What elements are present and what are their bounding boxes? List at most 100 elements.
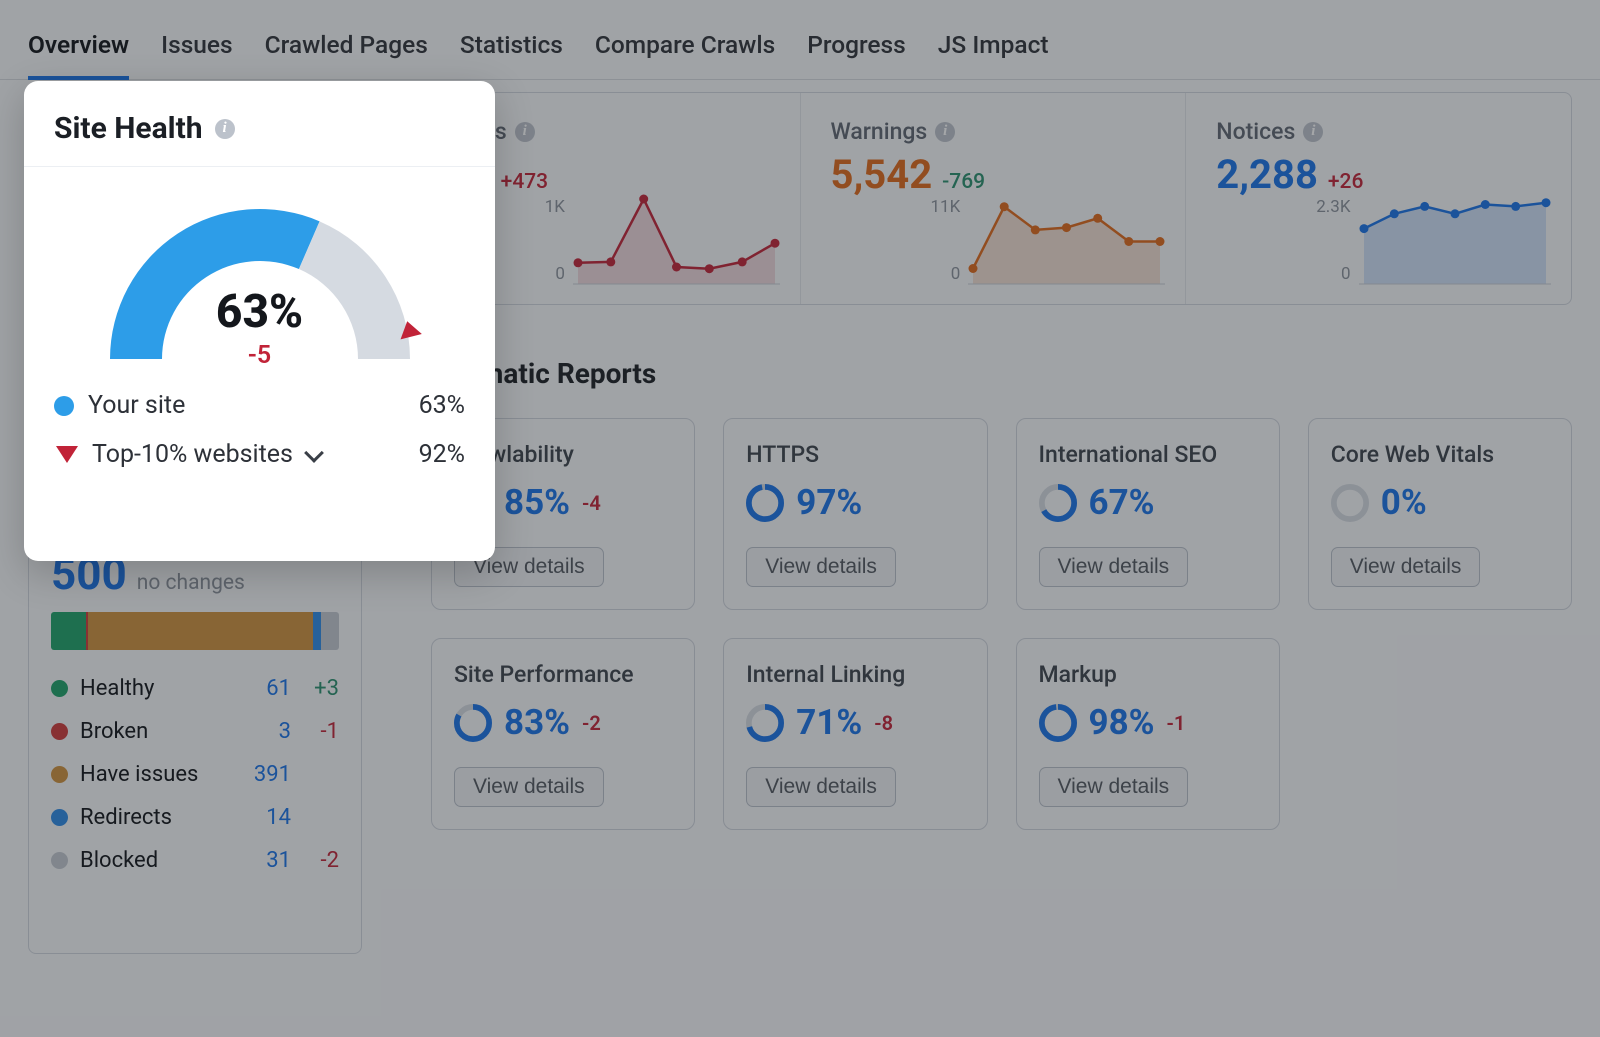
legend-your-site-pct: 63% bbox=[419, 391, 465, 420]
legend-row[interactable]: Redirects 14 bbox=[51, 805, 339, 830]
notices-spark bbox=[1359, 193, 1551, 288]
dot-icon bbox=[51, 766, 68, 783]
warnings-delta: -769 bbox=[942, 170, 985, 194]
view-details-button[interactable]: View details bbox=[746, 547, 896, 587]
report-card[interactable]: HTTPS 97% View details bbox=[723, 418, 987, 610]
view-details-button[interactable]: View details bbox=[1039, 547, 1189, 587]
report-pct: 67% bbox=[1089, 482, 1155, 523]
legend-label: Healthy bbox=[80, 676, 154, 701]
crawled-sub: no changes bbox=[137, 571, 245, 595]
report-name: HTTPS bbox=[746, 441, 964, 468]
legend-label: Blocked bbox=[80, 848, 158, 873]
legend-value: 31 bbox=[247, 848, 291, 873]
progress-ring-icon bbox=[1331, 484, 1369, 522]
legend-delta: +3 bbox=[299, 676, 339, 701]
report-delta: -4 bbox=[582, 491, 601, 515]
crawled-legend: Healthy 61 +3 Broken 3 -1 Have issues 39… bbox=[51, 676, 339, 873]
notices-title: Notices bbox=[1216, 118, 1295, 145]
report-delta: -2 bbox=[582, 711, 601, 735]
tab-overview[interactable]: Overview bbox=[28, 30, 129, 79]
report-name: Site Performance bbox=[454, 661, 672, 688]
dot-icon bbox=[51, 680, 68, 697]
errors-ytick-max: 1K bbox=[545, 197, 565, 217]
warnings-title: Warnings bbox=[831, 118, 928, 145]
thematic-section: Thematic Reports Crawlability 85% -4 Vie… bbox=[391, 327, 1572, 830]
tab-js-impact[interactable]: JS Impact bbox=[938, 30, 1049, 79]
report-name: Markup bbox=[1039, 661, 1257, 688]
legend-row[interactable]: Have issues 391 bbox=[51, 762, 339, 787]
legend-delta: -1 bbox=[299, 719, 339, 744]
view-details-button[interactable]: View details bbox=[1039, 767, 1189, 807]
view-details-button[interactable]: View details bbox=[454, 767, 604, 807]
segment[interactable] bbox=[321, 612, 339, 650]
warnings-ytick-min: 0 bbox=[951, 264, 961, 284]
report-card[interactable]: Site Performance 83% -2 View details bbox=[431, 638, 695, 830]
thematic-title: Thematic Reports bbox=[431, 357, 1572, 390]
legend-top10[interactable]: Top-10% websites 92% bbox=[54, 440, 465, 469]
dot-icon bbox=[54, 396, 74, 416]
view-details-button[interactable]: View details bbox=[746, 767, 896, 807]
legend-row[interactable]: Broken 3 -1 bbox=[51, 719, 339, 744]
notices-ytick-min: 0 bbox=[1341, 264, 1351, 284]
popup-site-health: Site Health i 63% -5 Your site 63% Top-1… bbox=[24, 81, 495, 561]
progress-ring-icon bbox=[1039, 704, 1077, 742]
report-pct: 97% bbox=[796, 482, 862, 523]
legend-your-site-label: Your site bbox=[88, 391, 185, 420]
triangle-down-icon bbox=[56, 446, 78, 463]
errors-delta: +473 bbox=[501, 170, 548, 194]
legend-label: Have issues bbox=[80, 762, 198, 787]
gauge-percent: 63% bbox=[24, 285, 495, 339]
legend-row[interactable]: Blocked 31 -2 bbox=[51, 848, 339, 873]
tab-issues[interactable]: Issues bbox=[161, 30, 233, 79]
report-name: Core Web Vitals bbox=[1331, 441, 1549, 468]
report-name: International SEO bbox=[1039, 441, 1257, 468]
tab-crawled-pages[interactable]: Crawled Pages bbox=[265, 30, 428, 79]
tab-progress[interactable]: Progress bbox=[807, 30, 906, 79]
legend-label: Redirects bbox=[80, 805, 172, 830]
progress-ring-icon bbox=[746, 704, 784, 742]
report-card[interactable]: Core Web Vitals 0% View details bbox=[1308, 418, 1572, 610]
gauge-delta: -5 bbox=[24, 341, 495, 370]
report-pct: 71% bbox=[796, 702, 862, 743]
notices-delta: +26 bbox=[1328, 170, 1364, 194]
legend-value: 14 bbox=[247, 805, 291, 830]
report-card[interactable]: International SEO 67% View details bbox=[1016, 418, 1280, 610]
view-details-button[interactable]: View details bbox=[1331, 547, 1481, 587]
legend-value: 61 bbox=[247, 676, 291, 701]
dot-icon bbox=[51, 852, 68, 869]
notices-value: 2,288 bbox=[1216, 151, 1318, 198]
report-pct: 0% bbox=[1381, 482, 1427, 523]
segment[interactable] bbox=[51, 612, 86, 650]
report-pct: 85% bbox=[504, 482, 570, 523]
legend-value: 391 bbox=[247, 762, 291, 787]
reports-grid: Crawlability 85% -4 View details HTTPS 9… bbox=[391, 418, 1572, 830]
report-card[interactable]: Internal Linking 71% -8 View details bbox=[723, 638, 987, 830]
warnings-ytick-max: 11K bbox=[931, 197, 961, 217]
crawled-segment-bar bbox=[51, 612, 339, 650]
segment[interactable] bbox=[313, 612, 321, 650]
tab-statistics[interactable]: Statistics bbox=[460, 30, 563, 79]
legend-row[interactable]: Healthy 61 +3 bbox=[51, 676, 339, 701]
report-card[interactable]: Markup 98% -1 View details bbox=[1016, 638, 1280, 830]
warnings-spark bbox=[968, 193, 1165, 288]
chevron-down-icon[interactable] bbox=[304, 443, 324, 463]
dot-icon bbox=[51, 723, 68, 740]
report-pct: 83% bbox=[504, 702, 570, 743]
progress-ring-icon bbox=[746, 484, 784, 522]
info-icon[interactable]: i bbox=[1303, 122, 1323, 142]
legend-delta: -2 bbox=[299, 848, 339, 873]
report-delta: -8 bbox=[874, 711, 893, 735]
report-pct: 98% bbox=[1089, 702, 1155, 743]
tab-compare-crawls[interactable]: Compare Crawls bbox=[595, 30, 775, 79]
report-delta: -1 bbox=[1167, 711, 1186, 735]
legend-your-site: Your site 63% bbox=[54, 391, 465, 420]
report-name: Internal Linking bbox=[746, 661, 964, 688]
info-icon[interactable]: i bbox=[215, 119, 235, 139]
card-warnings[interactable]: Warnings i 5,542 -769 11K 0 bbox=[800, 93, 1186, 304]
info-icon[interactable]: i bbox=[515, 122, 535, 142]
progress-ring-icon bbox=[454, 704, 492, 742]
card-notices[interactable]: Notices i 2,288 +26 2.3K 0 bbox=[1185, 93, 1571, 304]
segment[interactable] bbox=[88, 612, 313, 650]
legend-label: Broken bbox=[80, 719, 148, 744]
info-icon[interactable]: i bbox=[935, 122, 955, 142]
